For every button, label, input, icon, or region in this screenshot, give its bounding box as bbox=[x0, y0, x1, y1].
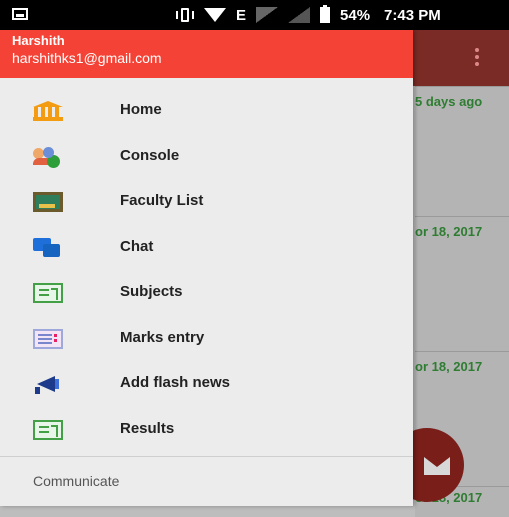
drawer-item-faculty-list[interactable]: Faculty List bbox=[0, 178, 413, 224]
battery-icon bbox=[320, 5, 331, 23]
list-item[interactable]: or 18, 2017 bbox=[415, 216, 509, 352]
signal-secondary-icon bbox=[288, 7, 311, 23]
list-item[interactable]: 5 days ago bbox=[415, 86, 509, 217]
drawer-item-home[interactable]: Home bbox=[0, 87, 413, 133]
vibrate-icon bbox=[176, 8, 194, 22]
mail-icon bbox=[424, 457, 450, 475]
status-bar: E 54% 7:43 PM bbox=[0, 0, 509, 30]
book-list-icon bbox=[33, 283, 63, 303]
post-date: 5 days ago bbox=[415, 94, 483, 109]
drawer-item-marks-entry[interactable]: Marks entry bbox=[0, 315, 413, 361]
network-type: E bbox=[236, 6, 247, 24]
user-name: Harshith bbox=[12, 33, 65, 48]
drawer-item-label: Faculty List bbox=[120, 192, 204, 209]
checklist-icon bbox=[33, 328, 63, 349]
drawer-item-add-flash-news[interactable]: Add flash news bbox=[0, 360, 413, 406]
drawer-item-chat[interactable]: Chat bbox=[0, 224, 413, 270]
overflow-menu-icon[interactable] bbox=[475, 48, 479, 52]
bank-icon bbox=[33, 101, 63, 121]
navigation-drawer: Harshith harshithks1@gmail.com Home Cons… bbox=[0, 30, 413, 506]
battery-percent: 54% bbox=[340, 6, 371, 24]
drawer-divider bbox=[0, 456, 413, 457]
blackboard-icon bbox=[33, 192, 63, 212]
drawer-item-label: Marks entry bbox=[120, 328, 205, 346]
drawer-item-label: Home bbox=[120, 101, 162, 118]
post-date: or 18, 2017 bbox=[415, 359, 483, 374]
drawer-item-label: Results bbox=[120, 419, 175, 437]
chat-bubbles-icon bbox=[33, 237, 63, 258]
post-date: or 18, 2017 bbox=[415, 224, 483, 239]
drawer-item-console[interactable]: Console bbox=[0, 133, 413, 179]
users-add-icon bbox=[33, 146, 63, 168]
wifi-icon bbox=[204, 8, 226, 22]
drawer-item-label: Add flash news bbox=[120, 374, 231, 391]
megaphone-icon bbox=[33, 374, 63, 394]
image-notification-icon bbox=[12, 8, 28, 20]
drawer-menu: Home Console Faculty List Chat Subjects … bbox=[0, 87, 413, 451]
signal-icon bbox=[256, 7, 279, 23]
clock: 7:43 PM bbox=[384, 6, 441, 24]
book-list-icon bbox=[33, 419, 63, 440]
drawer-item-label: Subjects bbox=[120, 283, 183, 300]
section-header-communicate: Communicate bbox=[33, 473, 120, 489]
drawer-header[interactable]: Harshith harshithks1@gmail.com bbox=[0, 30, 413, 78]
user-email: harshithks1@gmail.com bbox=[12, 50, 162, 66]
drawer-item-results[interactable]: Results bbox=[0, 406, 413, 452]
drawer-item-label: Chat bbox=[120, 237, 154, 255]
drawer-item-subjects[interactable]: Subjects bbox=[0, 269, 413, 315]
drawer-item-label: Console bbox=[120, 146, 180, 164]
status-icons: E 54% 7:43 PM bbox=[176, 0, 441, 30]
